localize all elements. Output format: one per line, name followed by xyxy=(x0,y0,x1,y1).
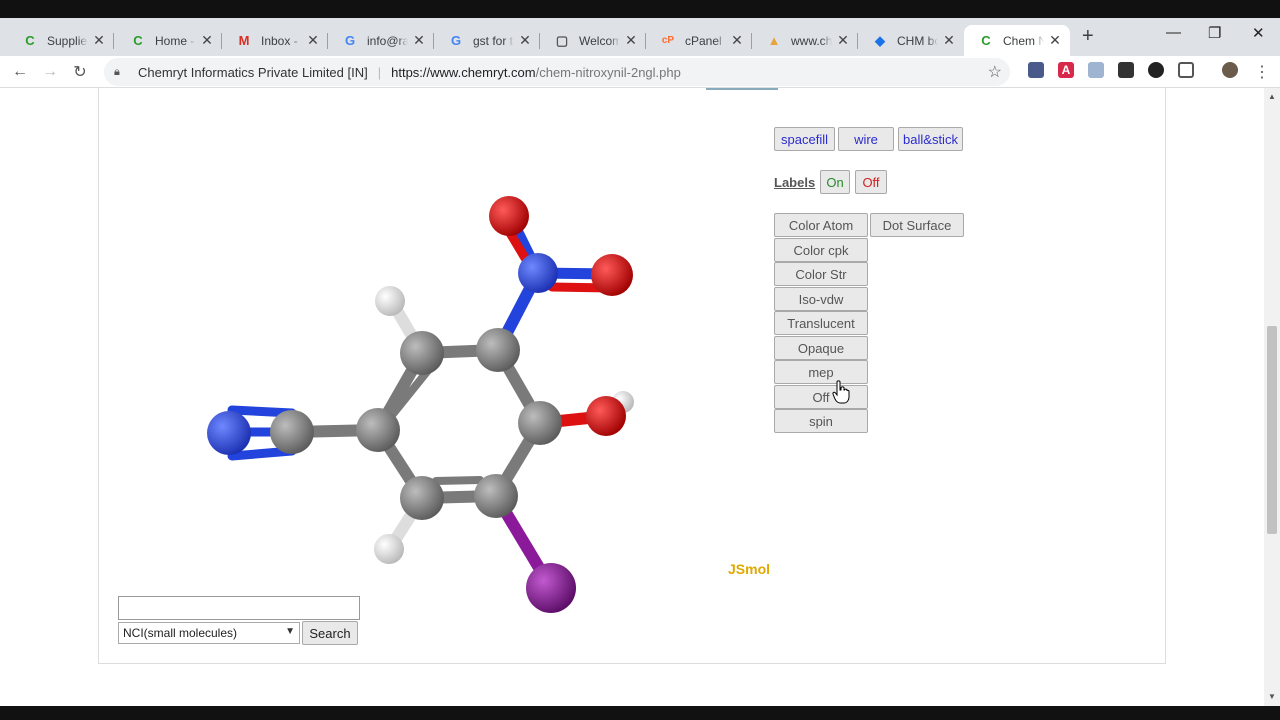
reload-icon[interactable]: ↻ xyxy=(68,60,92,84)
url-host: https://www.chemryt.com xyxy=(391,64,536,80)
tab-close-icon[interactable]: ✕ xyxy=(306,32,320,49)
mpa-icon: ▲ xyxy=(767,33,781,48)
tab-close-icon[interactable]: ✕ xyxy=(412,32,426,49)
window-top-bar xyxy=(0,0,1280,18)
tab-close-icon[interactable]: ✕ xyxy=(518,32,532,49)
iso-vdw-button[interactable]: Iso-vdw xyxy=(774,287,868,311)
hand-cursor-icon xyxy=(832,380,850,404)
tab-close-icon[interactable]: ✕ xyxy=(1048,32,1062,49)
document-icon: ▢ xyxy=(555,32,569,48)
search-button[interactable]: Search xyxy=(302,621,358,645)
new-tab-button[interactable]: + xyxy=(1082,25,1094,48)
back-icon[interactable]: ← xyxy=(8,60,32,84)
surface-off-button[interactable]: Off xyxy=(774,385,868,409)
scroll-up-icon[interactable]: ▲ xyxy=(1268,92,1276,101)
restore-icon[interactable]: ❐ xyxy=(1208,24,1221,42)
tab-title: www.che xyxy=(791,33,832,48)
chemryt-icon: C xyxy=(133,33,143,48)
translucent-button[interactable]: Translucent xyxy=(774,311,868,335)
tab-title: Welcome xyxy=(579,33,620,48)
tab-title: info@rad xyxy=(367,33,408,48)
tab-1[interactable]: C Suppliers ✕ xyxy=(8,25,114,56)
tab-title: cPanel - I xyxy=(685,33,726,48)
molecule-3d-viewer[interactable] xyxy=(150,184,650,624)
tab-title: CHM bo xyxy=(897,33,938,48)
google-icon: G xyxy=(344,33,356,48)
bookmark-star-icon[interactable]: ☆ xyxy=(988,62,1002,82)
color-str-button[interactable]: Color Str xyxy=(774,262,868,286)
opaque-button[interactable]: Opaque xyxy=(774,336,868,360)
extension-window-icon[interactable] xyxy=(1088,62,1104,78)
minimize-icon[interactable]: — xyxy=(1166,24,1181,41)
extension-circle-icon[interactable] xyxy=(1148,62,1164,78)
tab-close-icon[interactable]: ✕ xyxy=(836,32,850,49)
tab-8[interactable]: ▲ www.che ✕ xyxy=(752,25,858,56)
extension-a-icon[interactable]: A xyxy=(1058,62,1074,78)
header-underline xyxy=(706,88,778,90)
tab-6[interactable]: ▢ Welcome ✕ xyxy=(540,25,646,56)
tab-title: Home - C xyxy=(155,33,196,48)
labels-title: Labels xyxy=(774,175,816,190)
tab-close-icon[interactable]: ✕ xyxy=(92,32,106,49)
dot-surface-button[interactable]: Dot Surface xyxy=(870,213,964,237)
spin-button[interactable]: spin xyxy=(774,409,868,433)
page-scrollbar[interactable]: ▲ ▼ xyxy=(1264,88,1280,706)
scroll-down-icon[interactable]: ▼ xyxy=(1268,692,1276,701)
tab-close-icon[interactable]: ✕ xyxy=(942,32,956,49)
profile-avatar[interactable] xyxy=(1222,62,1238,78)
menu-kebab-icon[interactable]: ⋮ xyxy=(1250,60,1274,84)
tab-7[interactable]: cP cPanel - I ✕ xyxy=(646,25,752,56)
lock-icon: 🔒︎ xyxy=(114,65,120,78)
tab-9[interactable]: ◆ CHM bo ✕ xyxy=(858,25,964,56)
spacefill-button[interactable]: spacefill xyxy=(774,127,835,151)
jsmol-brand[interactable]: JSmol xyxy=(728,561,770,577)
address-bar[interactable]: 🔒︎ Chemryt Informatics Private Limited [… xyxy=(104,58,1010,86)
tab-close-icon[interactable]: ✕ xyxy=(624,32,638,49)
extension-se-icon[interactable] xyxy=(1118,62,1134,78)
labels-off-button[interactable]: Off xyxy=(855,170,887,194)
gmail-icon: M xyxy=(238,33,250,48)
chemryt-icon: C xyxy=(25,33,35,48)
tab-5[interactable]: Ggst for ti ✕ xyxy=(434,25,540,56)
scrollbar-thumb[interactable] xyxy=(1267,326,1277,534)
labels-on-button[interactable]: On xyxy=(820,170,850,194)
database-select-value: NCI(small molecules) xyxy=(123,626,238,640)
chemryt-icon: C xyxy=(981,33,991,48)
close-window-icon[interactable]: ✕ xyxy=(1252,24,1265,42)
tab-title: Suppliers xyxy=(47,33,88,48)
tab-2[interactable]: C Home - C ✕ xyxy=(116,25,222,56)
tab-title: gst for ti xyxy=(473,33,514,48)
color-atom-button[interactable]: Color Atom xyxy=(774,213,868,237)
extension-megaphone-icon[interactable] xyxy=(1178,62,1194,78)
color-cpk-button[interactable]: Color cpk xyxy=(774,238,868,262)
tab-title: Chem Ni xyxy=(1003,33,1044,48)
tab-close-icon[interactable]: ✕ xyxy=(730,32,744,49)
tab-title: Inbox - r xyxy=(261,33,302,48)
tab-4[interactable]: Ginfo@rad ✕ xyxy=(328,25,434,56)
site-identity: Chemryt Informatics Private Limited [IN] xyxy=(138,64,368,80)
window-bottom-bar xyxy=(0,706,1280,720)
tab-separator xyxy=(113,33,114,49)
address-divider: | xyxy=(377,64,382,80)
wire-button[interactable]: wire xyxy=(838,127,894,151)
molecule-search-input[interactable] xyxy=(118,596,360,620)
mep-button[interactable]: mep xyxy=(774,360,868,384)
tab-close-icon[interactable]: ✕ xyxy=(200,32,214,49)
extension-puzzle-icon[interactable] xyxy=(1028,62,1044,78)
database-select[interactable]: NCI(small molecules) ▼ xyxy=(118,622,300,644)
forward-icon[interactable]: → xyxy=(38,60,62,84)
diamond-icon: ◆ xyxy=(875,32,885,48)
chevron-down-icon: ▼ xyxy=(285,626,295,637)
tab-3[interactable]: M Inbox - r ✕ xyxy=(222,25,328,56)
url-path: /chem-nitroxynil-2ngl.php xyxy=(535,64,681,80)
tab-10[interactable]: C Chem Ni ✕ xyxy=(964,25,1070,56)
cpanel-icon: cP xyxy=(661,35,675,46)
page-content: spacefill wire ball&stick Labels On Off … xyxy=(0,88,1264,706)
ball-and-stick-button[interactable]: ball&stick xyxy=(898,127,963,151)
google-icon: G xyxy=(450,33,462,48)
